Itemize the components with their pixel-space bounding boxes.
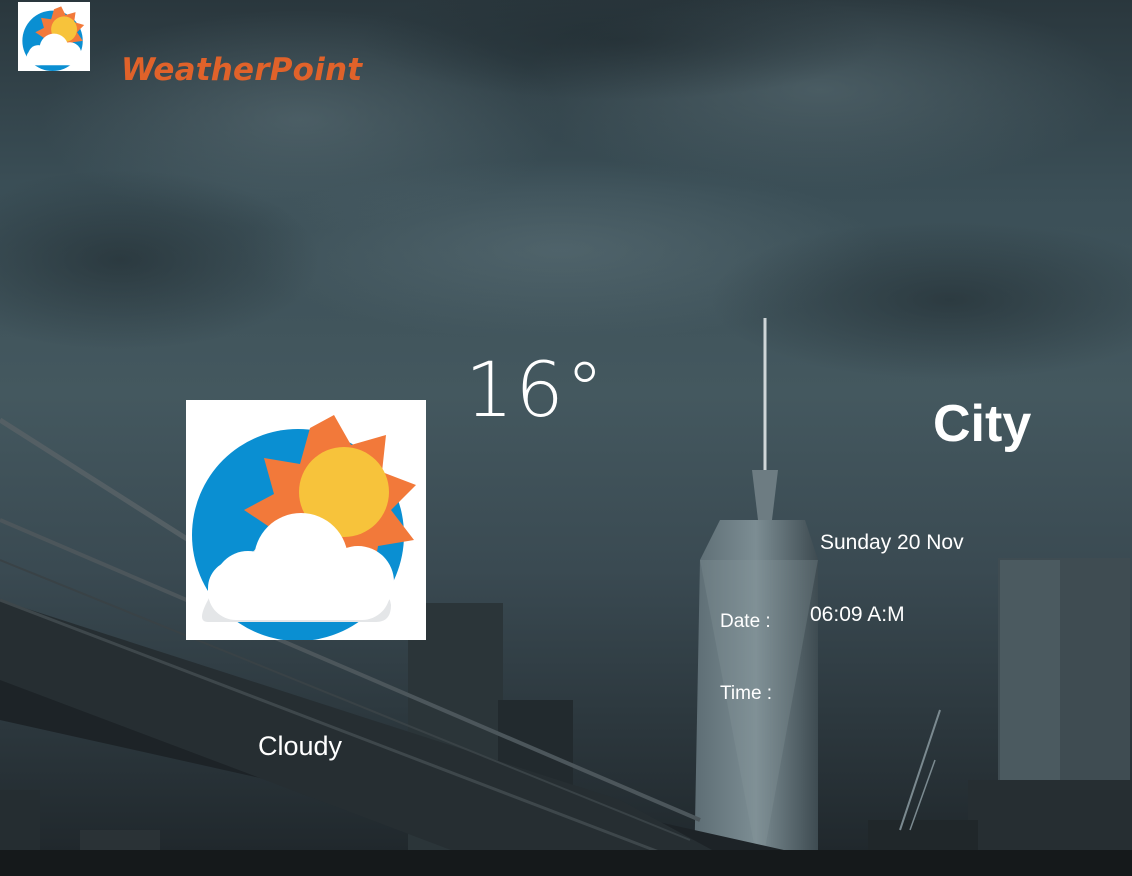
weather-app: WeatherPoint 16° City Cloudy Sunday 20 N… [0, 0, 1132, 876]
app-title: WeatherPoint [121, 52, 363, 88]
date-label: Date : [720, 611, 771, 632]
day-date-value: Sunday 20 Nov [820, 531, 964, 554]
app-logo [18, 2, 90, 71]
weather-condition-image [186, 400, 426, 641]
city-name: City [933, 395, 1032, 453]
partly-cloudy-icon [22, 6, 85, 71]
partly-cloudy-icon [192, 415, 416, 641]
weather-condition-label: Cloudy [258, 731, 343, 761]
time-value: 06:09 A:M [810, 603, 905, 626]
temperature-readout: 16° [465, 345, 606, 434]
time-label: Time : [720, 683, 773, 704]
